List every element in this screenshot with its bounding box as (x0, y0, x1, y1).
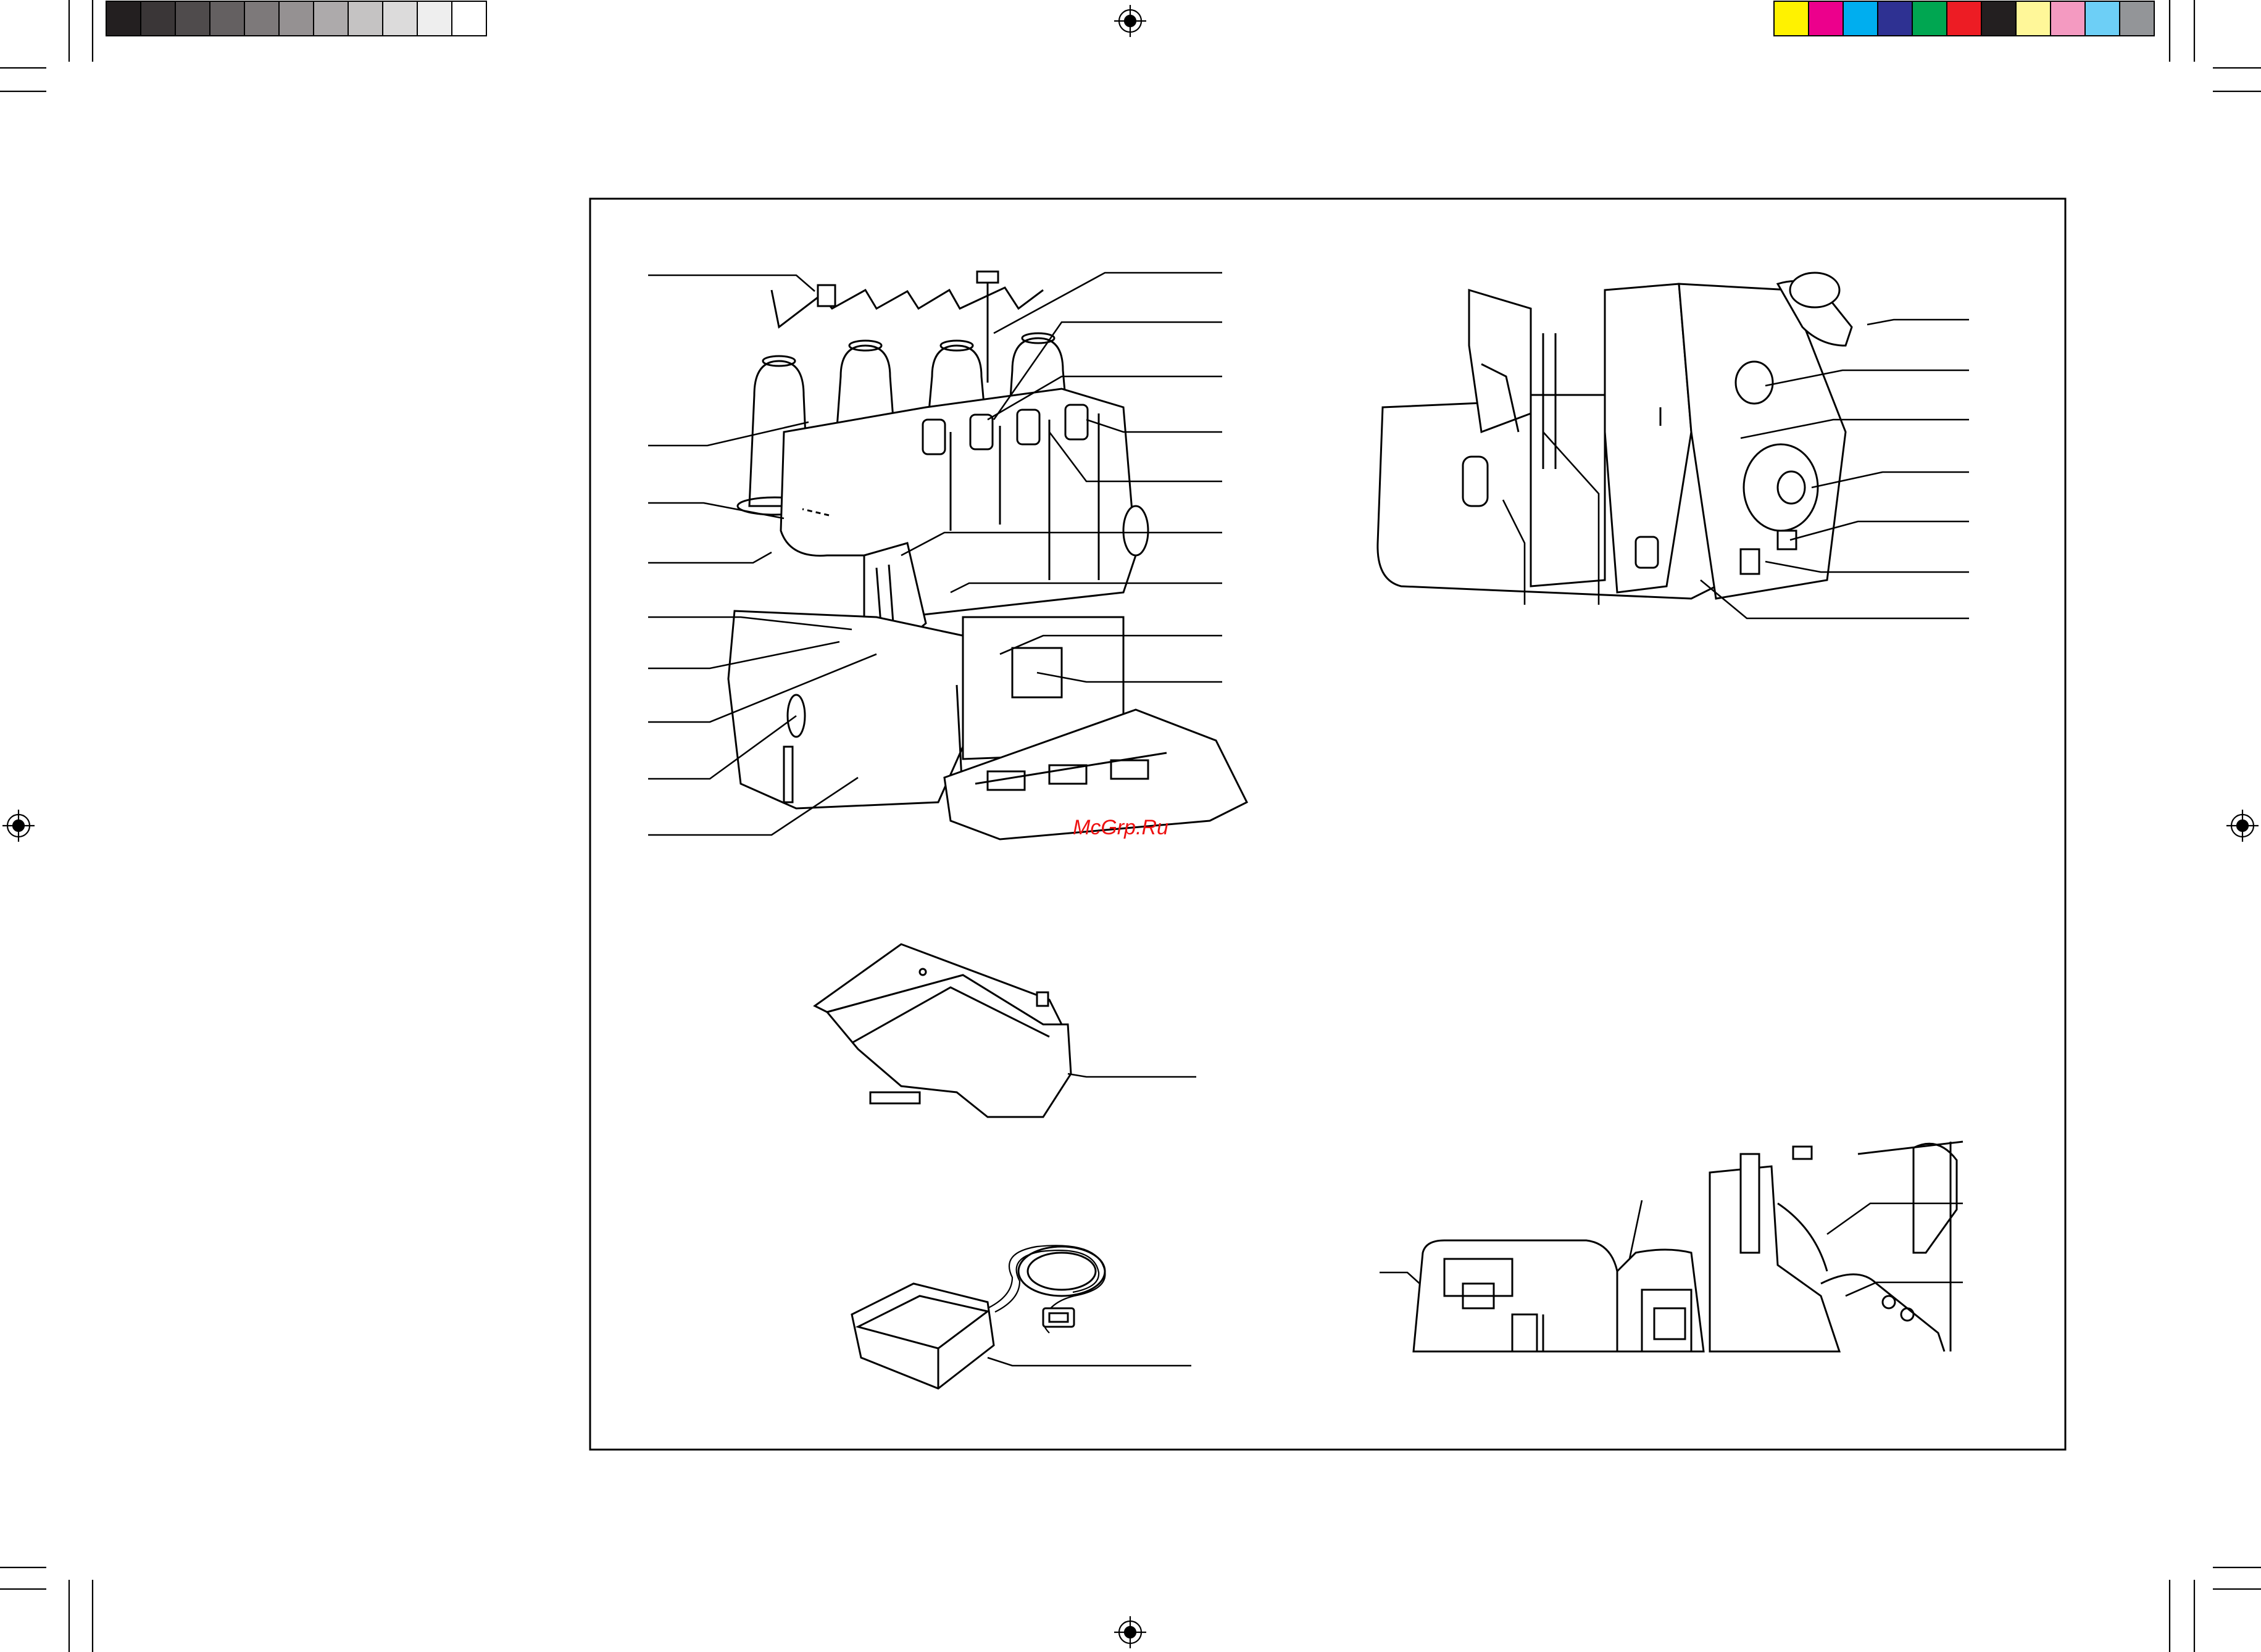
registration-mark-left (2, 810, 35, 842)
foot-controller (851, 1245, 1106, 1390)
color-swatch-5 (1912, 1, 1947, 36)
figure-frame (589, 197, 2067, 1451)
color-calibration-bar (1773, 1, 2155, 36)
color-swatch-11 (2119, 1, 2155, 36)
color-swatch-4 (1877, 1, 1913, 36)
gray-swatch-9 (382, 1, 418, 36)
color-swatch-7 (1981, 1, 2017, 36)
gray-swatch-7 (313, 1, 349, 36)
gray-swatch-6 (278, 1, 314, 36)
foot-controller-leader (987, 1356, 1191, 1367)
trim-waste-tray (813, 943, 1072, 1118)
color-swatch-6 (1946, 1, 1982, 36)
registration-mark-bottom (1114, 1616, 1146, 1648)
watermark: McGrp.Ru (1073, 816, 1168, 839)
registration-mark-right (2226, 810, 2259, 842)
color-swatch-3 (1843, 1, 1878, 36)
gray-swatch-10 (417, 1, 452, 36)
serger-right-view (1376, 272, 1853, 600)
color-swatch-8 (2015, 1, 2051, 36)
color-swatch-10 (2084, 1, 2120, 36)
manual-page: McGrp.Ru (0, 0, 2261, 1652)
tray-leader (1067, 1073, 1196, 1078)
color-swatch-9 (2050, 1, 2086, 36)
serger-front-view (727, 270, 1249, 841)
gray-swatch-3 (175, 1, 210, 36)
gray-swatch-2 (140, 1, 176, 36)
color-swatch-2 (1808, 1, 1844, 36)
serger-looper-area (1412, 1140, 1963, 1353)
color-swatch-1 (1773, 1, 1809, 36)
gray-swatch-4 (209, 1, 245, 36)
registration-mark-top (1114, 5, 1146, 37)
gray-calibration-bar (106, 1, 487, 36)
gray-swatch-8 (348, 1, 383, 36)
gray-swatch-11 (451, 1, 487, 36)
gray-swatch-5 (244, 1, 280, 36)
gray-swatch-1 (106, 1, 141, 36)
